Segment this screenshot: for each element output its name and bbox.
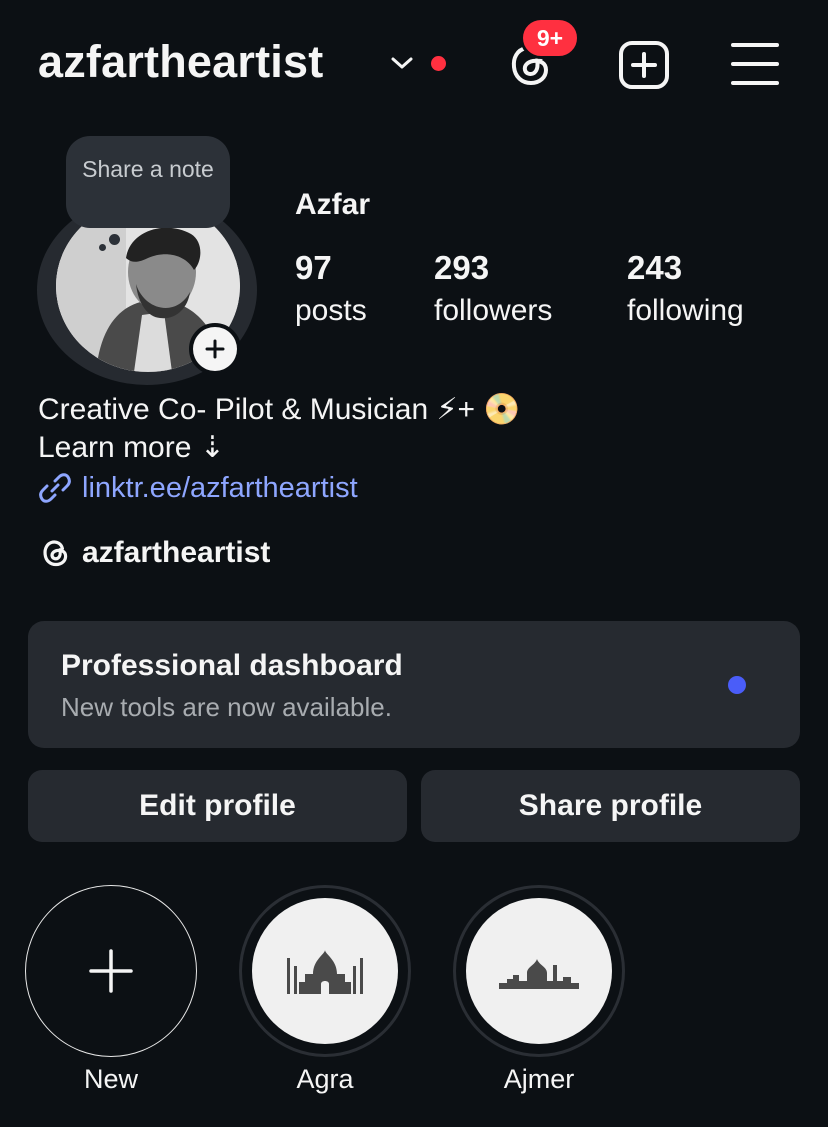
dashboard-subtitle: New tools are now available. [61,692,392,722]
account-notification-dot [431,56,446,71]
following-count[interactable]: 243 [627,249,682,287]
professional-dashboard-card[interactable] [28,621,800,748]
posts-label[interactable]: posts [295,294,367,328]
dashboard-title: Professional dashboard [61,649,403,682]
highlight-ajmer[interactable] [453,885,625,1057]
profile-username[interactable]: azfartheartist [38,36,323,88]
ajmer-skyline-icon [499,959,579,989]
plus-icon [205,339,225,359]
following-label[interactable]: following [627,294,744,328]
display-name: Azfar [295,188,371,221]
link-icon [39,473,71,503]
highlight-ajmer-label[interactable]: Ajmer [453,1064,625,1095]
notification-badge: 9+ [520,17,580,59]
followers-label[interactable]: followers [434,294,552,328]
share-note-bubble[interactable]: Share a note [66,136,230,228]
posts-count[interactable]: 97 [295,249,332,287]
highlight-agra[interactable] [239,885,411,1057]
highlight-agra-label[interactable]: Agra [239,1064,411,1095]
followers-count[interactable]: 293 [434,249,489,287]
bio-link[interactable]: linktr.ee/azfartheartist [38,471,358,505]
threads-small-icon [43,540,68,567]
new-highlight-label[interactable]: New [25,1064,197,1095]
bio-text: Creative Co- Pilot & Musician ⚡+ 📀 [38,393,521,426]
new-indicator-dot [728,676,746,694]
chevron-down-icon[interactable] [389,52,415,74]
hamburger-menu-icon[interactable] [731,41,779,87]
taj-mahal-icon [287,950,363,994]
share-profile-button[interactable]: Share profile [421,770,800,842]
bio-link-text[interactable]: linktr.ee/azfartheartist [82,472,358,505]
create-post-icon[interactable] [617,40,671,90]
threads-profile-link[interactable]: azfartheartist [40,536,270,570]
threads-handle[interactable]: azfartheartist [82,536,270,570]
note-bubble-tail [109,234,120,245]
new-highlight-button[interactable] [25,885,197,1057]
note-bubble-tail-small [99,244,106,251]
edit-profile-button[interactable]: Edit profile [28,770,407,842]
add-story-button[interactable] [189,323,241,375]
learn-more-link[interactable]: Learn more ⇣ [38,430,225,465]
plus-icon [89,949,133,993]
